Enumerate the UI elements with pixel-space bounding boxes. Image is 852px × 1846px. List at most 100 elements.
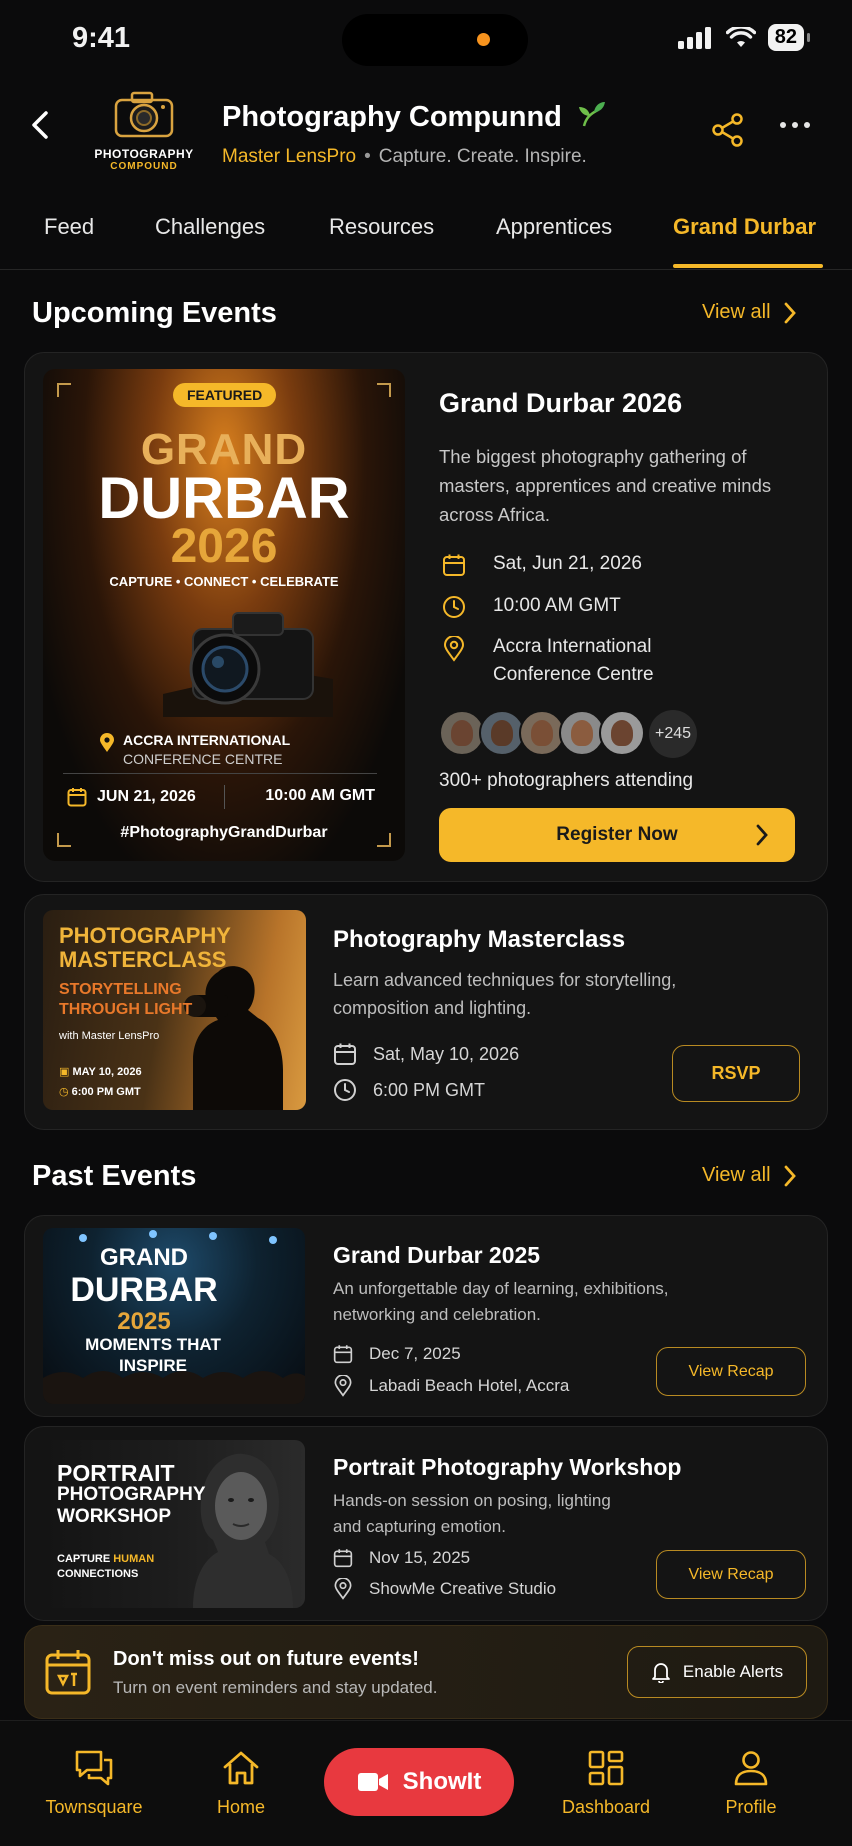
nav-dashboard[interactable]: Dashboard (552, 1749, 660, 1818)
past-event-venue-text: Labadi Beach Hotel, Accra (369, 1376, 570, 1395)
poster-date: JUN 21, 2026 (67, 787, 196, 807)
register-now-button[interactable]: Register Now (439, 808, 795, 862)
poster-venue-line1: ACCRA INTERNATIONAL (123, 732, 291, 748)
nav-dashboard-label: Dashboard (561, 1797, 651, 1817)
past-event-venue-text: ShowMe Creative Studio (369, 1579, 557, 1598)
more-icon[interactable] (780, 122, 810, 128)
camera-logo-icon (114, 91, 174, 138)
nav-home-label: Home (216, 1797, 265, 1817)
register-now-label: Register Now (556, 824, 678, 845)
gd2025-thumb-line2: DURBAR (70, 1271, 218, 1309)
poster-date-separator (224, 785, 225, 809)
map-pin-icon (334, 1578, 352, 1600)
poster-line-year: 2026 (170, 520, 278, 573)
map-pin-icon (443, 636, 465, 662)
community-tagline: Capture. Create. Inspire. (378, 146, 587, 167)
dynamic-island (342, 14, 528, 66)
view-recap-button[interactable]: View Recap (656, 1347, 806, 1396)
portrait-thumb-line5: CONNECTIONS (57, 1568, 139, 1580)
masterclass-thumbnail[interactable]: PHOTOGRAPHY MASTERCLASS STORYTELLING THR… (43, 910, 306, 1110)
calendar-alert-icon (45, 1650, 91, 1695)
grand-durbar-2025-thumbnail[interactable]: GRAND DURBAR 2025 MOMENTS THAT INSPIRE (43, 1228, 305, 1404)
enable-alerts-button[interactable]: Enable Alerts (627, 1646, 807, 1698)
masterclass-description: Learn advanced techniques for storytelli… (333, 970, 677, 1018)
poster-venue: ACCRA INTERNATIONAL CONFERENCE CENTRE (100, 731, 291, 769)
more-attendees-count[interactable]: +245 (649, 710, 697, 758)
view-all-label: View all (702, 1164, 771, 1186)
masterclass-thumb-line4: THROUGH LIGHT (59, 1001, 193, 1018)
tab-grand-durbar[interactable]: Grand Durbar (673, 214, 816, 240)
featured-event-date: Sat, Jun 21, 2026 (439, 550, 642, 578)
featured-venue-line1: Accra International (493, 636, 652, 657)
event-reminder-banner: Don't miss out on future events! Turn on… (24, 1625, 828, 1719)
view-all-label: View all (702, 301, 771, 323)
chevron-right-icon (784, 302, 796, 323)
nav-profile[interactable]: Profile (716, 1749, 786, 1818)
view-recap-button[interactable]: View Recap (656, 1550, 806, 1599)
gd2025-thumb-line4: MOMENTS THAT (85, 1335, 221, 1354)
tab-resources[interactable]: Resources (329, 214, 434, 240)
masterclass-time-text: 6:00 PM GMT (373, 1079, 486, 1100)
tab-feed[interactable]: Feed (44, 214, 94, 240)
avatar (599, 710, 645, 756)
logo-text-secondary: COMPOUND (110, 161, 178, 172)
portrait-thumb-line2: PHOTOGRAPHY (57, 1484, 206, 1505)
portrait-thumb-line4b: HUMAN (113, 1553, 155, 1565)
portrait-workshop-thumbnail[interactable]: PORTRAIT PHOTOGRAPHY WORKSHOP CAPTURE HU… (43, 1440, 305, 1608)
back-icon[interactable] (26, 110, 56, 140)
calendar-icon (334, 1043, 356, 1065)
master-badge[interactable]: Master LensPro (222, 146, 356, 167)
battery-indicator: 82 (767, 24, 811, 51)
tab-bar: Feed Challenges Resources Apprentices Gr… (0, 210, 852, 270)
nav-townsquare[interactable]: Townsquare (42, 1749, 146, 1818)
portrait-thumb-line3: WORKSHOP (57, 1506, 171, 1527)
poster-date-text: JUN 21, 2026 (97, 788, 196, 805)
calendar-icon (443, 554, 465, 576)
bell-icon (652, 1663, 670, 1683)
attendee-avatars[interactable]: +245 (439, 710, 697, 758)
clock-icon (443, 596, 465, 618)
calendar-icon (333, 1549, 353, 1568)
chevron-right-icon (756, 824, 768, 846)
reminder-subtitle: Turn on event reminders and stay updated… (113, 1678, 438, 1697)
past-event-description: An unforgettable day of learning, exhibi… (333, 1279, 669, 1324)
tab-challenges[interactable]: Challenges (155, 214, 265, 240)
masterclass-time: 6:00 PM GMT (333, 1078, 485, 1102)
masterclass-date: Sat, May 10, 2026 (333, 1042, 519, 1066)
profile-icon (734, 1751, 768, 1786)
attending-count: 300+ photographers attending (439, 770, 694, 791)
past-event-date: Nov 15, 2025 (333, 1548, 470, 1568)
featured-event-poster[interactable]: FEATURED GRAND DURBAR 2026 CAPTURE • CON… (43, 369, 405, 861)
rsvp-button[interactable]: RSVP (672, 1045, 800, 1102)
poster-venue-line2: CONFERENCE CENTRE (123, 751, 283, 767)
portrait-thumb-line1: PORTRAIT (57, 1460, 175, 1486)
upcoming-events-title: Upcoming Events (32, 297, 277, 329)
past-event-title[interactable]: Portrait Photography Workshop (333, 1454, 681, 1481)
nav-home[interactable]: Home (204, 1749, 278, 1818)
featured-event-time: 10:00 AM GMT (439, 592, 621, 620)
masterclass-title[interactable]: Photography Masterclass (333, 926, 625, 954)
share-icon[interactable] (710, 112, 746, 148)
featured-event-time-text: 10:00 AM GMT (493, 595, 621, 616)
showit-button[interactable]: ShowIt (324, 1748, 514, 1816)
status-time: 9:41 (72, 22, 131, 54)
past-events-title: Past Events (32, 1160, 197, 1192)
gd2025-thumb-line1: GRAND (100, 1244, 188, 1271)
featured-venue-line2: Conference Centre (493, 664, 654, 685)
featured-event-venue: Accra International Conference Centre (439, 633, 654, 689)
past-event-venue: ShowMe Creative Studio (333, 1578, 556, 1600)
past-event-venue: Labadi Beach Hotel, Accra (333, 1375, 569, 1397)
community-title: Photography Compunnd (222, 100, 606, 134)
masterclass-thumb-host: with Master LensPro (59, 1030, 160, 1042)
featured-event-title[interactable]: Grand Durbar 2026 (439, 388, 682, 419)
masterclass-date-text: Sat, May 10, 2026 (373, 1043, 520, 1064)
sprout-icon (578, 102, 605, 127)
past-event-title[interactable]: Grand Durbar 2025 (333, 1242, 540, 1269)
tab-apprentices[interactable]: Apprentices (496, 214, 612, 240)
upcoming-view-all-link[interactable]: View all (702, 301, 797, 324)
active-tab-indicator (673, 264, 823, 268)
status-icons: 82 (677, 24, 811, 51)
past-event-description: Hands-on session on posing, lighting and… (333, 1491, 611, 1536)
masterclass-thumb-line1: PHOTOGRAPHY (59, 923, 231, 948)
past-view-all-link[interactable]: View all (702, 1164, 797, 1187)
